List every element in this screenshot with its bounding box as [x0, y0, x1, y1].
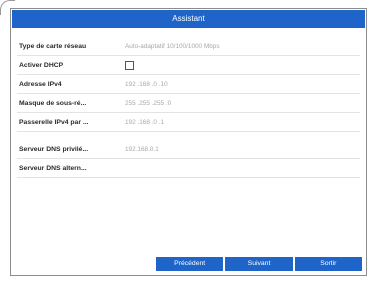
wizard-screen: Assistant Type de carte réseau Auto-adap… — [0, 0, 379, 281]
dns-primary-input[interactable]: 192.168.0.1 — [121, 146, 159, 153]
ipv4-row: Adresse IPv4 192 .168 .0 .10 — [17, 75, 360, 94]
ipv4-input[interactable]: 192 .168 .0 .10 — [121, 81, 168, 88]
dialog-title: Assistant — [12, 10, 365, 28]
exit-button[interactable]: Sortir — [294, 257, 362, 271]
subnet-row: Masque de sous-ré... 255 .255 .255 .0 — [17, 94, 360, 113]
dns-alt-label: Serveur DNS altern... — [19, 164, 87, 172]
nic-type-select[interactable]: Auto-adaptatif 10/100/1000 Mbps — [121, 43, 220, 50]
dns-primary-label: Serveur DNS privilé... — [19, 145, 89, 153]
gateway-input[interactable]: 192 .168 .0 .1 — [121, 119, 164, 126]
dns-primary-row: Serveur DNS privilé... 192.168.0.1 — [17, 140, 360, 159]
network-settings-form: Type de carte réseau Auto-adaptatif 10/1… — [17, 37, 360, 178]
gateway-label: Passerelle IPv4 par ... — [19, 118, 89, 126]
dhcp-label: Activer DHCP — [19, 61, 64, 69]
wizard-button-bar: Précédent Suivant Sortir — [156, 257, 362, 271]
subnet-input[interactable]: 255 .255 .255 .0 — [121, 100, 171, 107]
dns-alt-row: Serveur DNS altern... — [17, 159, 360, 178]
subnet-label: Masque de sous-ré... — [19, 99, 87, 107]
gateway-row: Passerelle IPv4 par ... 192 .168 .0 .1 — [17, 113, 360, 132]
previous-button[interactable]: Précédent — [156, 257, 224, 271]
nic-type-row: Type de carte réseau Auto-adaptatif 10/1… — [17, 37, 360, 56]
dhcp-row: Activer DHCP — [17, 56, 360, 75]
next-button[interactable]: Suivant — [225, 257, 293, 271]
ipv4-label: Adresse IPv4 — [19, 80, 62, 88]
assistant-dialog: Assistant Type de carte réseau Auto-adap… — [10, 8, 367, 276]
dhcp-checkbox[interactable] — [125, 60, 134, 70]
nic-type-label: Type de carte réseau — [19, 42, 87, 50]
